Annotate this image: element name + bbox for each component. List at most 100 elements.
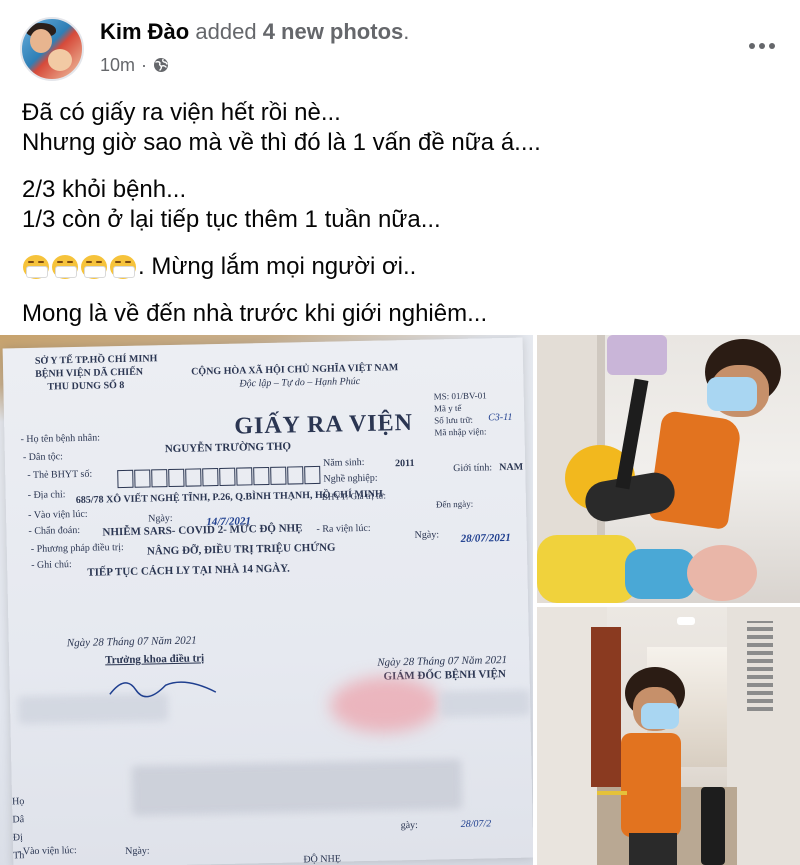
doc-header-right-2: Mã y tế: [433, 402, 462, 414]
doc-header-left-1: SỞ Y TẾ TP.HỒ CHÍ MINH: [34, 353, 158, 367]
yellow-bag-bottom: [537, 535, 637, 603]
globe-icon[interactable]: [153, 57, 169, 73]
doc-header-right-3-value: C3-11: [488, 411, 513, 424]
child-pants: [629, 833, 677, 865]
photo-grid: SỞ Y TẾ TP.HỒ CHÍ MINH BỆNH VIỆN DÃ CHIẾ…: [0, 335, 800, 865]
text-line: Đã có giấy ra viện hết rồi nè...: [22, 99, 341, 126]
post-body: Đã có giấy ra viện hết rồi nè... Nhưng g…: [22, 98, 782, 346]
meta-separator: ·: [141, 55, 148, 75]
doc-label-admit: - Vào viện lúc:: [27, 508, 88, 522]
doc-label-gender: Giới tính:: [453, 462, 493, 475]
suitcase: [701, 787, 725, 865]
redacted-stamp: [329, 675, 441, 734]
face-with-medical-mask-emoji: [109, 254, 137, 280]
face-with-medical-mask-emoji: [51, 254, 79, 280]
doc-value-discharge-day: 28/07/2021: [460, 531, 511, 545]
more-options-button[interactable]: [742, 28, 782, 64]
doc-header-left-3: THU DUNG SỐ 8: [47, 379, 125, 393]
signature-scribble: [109, 681, 217, 698]
action-prefix: added: [195, 19, 257, 44]
doc-value-treatment: NÂNG ĐỠ, ĐIỀU TRỊ TRIỆU CHỨNG: [146, 541, 336, 558]
doc-label-diagnosis: - Chẩn đoán:: [28, 524, 81, 537]
doc-label-job: Nghề nghiệp:: [323, 472, 378, 485]
facebook-post: Kim Đào added 4 new photos. 10m · Đã có …: [0, 0, 800, 865]
discharge-paper-photo[interactable]: SỞ Y TẾ TP.HỒ CHÍ MINH BỆNH VIỆN DÃ CHIẾ…: [0, 335, 533, 865]
doc-bottom-label-admit: - Vào viện lúc:: [17, 845, 77, 858]
text-line: . Mừng lắm mọi người ơi..: [138, 253, 417, 280]
doc-label-address: - Địa chỉ:: [27, 489, 66, 502]
doc-bottom-right-date: 28/07/2: [460, 818, 492, 831]
doc-value-diagnosis: NHIỄM SARS- COVID 2- MỨC ĐỘ NHẸ: [102, 522, 303, 539]
doc-bottom-right-day: gày:: [400, 819, 419, 832]
child-sitting-photo[interactable]: [537, 335, 800, 603]
pink-helmet: [687, 545, 757, 601]
doc-value-birth: 2011: [394, 457, 415, 470]
post-action: added 4 new photos.: [195, 19, 409, 44]
doc-right-date: Ngày 28 Tháng 07 Năm 2021: [377, 654, 508, 669]
child-corridor-photo[interactable]: [537, 607, 800, 865]
doc-label-treatment: - Phương pháp điều trị:: [30, 542, 124, 555]
child-face-mask: [641, 703, 679, 729]
doc-bottom-right-partial: ĐỘ NHẸ: [303, 853, 341, 865]
doc-header-right-1: MS: 01/BV-01: [433, 390, 487, 402]
paragraph-3: . Mừng lắm mọi người ơi..: [22, 252, 782, 282]
paragraph-2: 2/3 khỏi bệnh... 1/3 còn ở lại tiếp tục …: [22, 175, 782, 235]
post-meta: 10m ·: [100, 54, 169, 76]
doc-value-note: TIẾP TỤC CÁCH LY TẠI NHÀ 14 NGÀY.: [87, 562, 290, 579]
doc-label-ethnic: - Dân tộc:: [22, 451, 64, 464]
avatar-face-child: [48, 49, 72, 71]
child-orange-shirt: [647, 409, 743, 531]
more-options-icon: [749, 43, 755, 49]
doc-header-center-2: Độc lập – Tự do – Hạnh Phúc: [239, 376, 361, 390]
corridor-vent: [747, 621, 773, 711]
paragraph-1: Đã có giấy ra viện hết rồi nè... Nhưng g…: [22, 98, 782, 158]
doc-value-address: 685/78 XÔ VIẾT NGHỆ TĨNH, P.26, Q.BÌNH T…: [75, 488, 383, 507]
action-suffix: .: [403, 19, 410, 44]
avatar-face-adult: [30, 29, 52, 53]
doc-bottom-left-2: Dâ: [12, 814, 25, 826]
doc-bottom-left-1: Họ: [11, 796, 25, 808]
post-title-line: Kim Đào added 4 new photos.: [100, 18, 409, 46]
red-door: [591, 627, 621, 787]
doc-label-birth: Năm sinh:: [322, 456, 365, 469]
doc-label-discharge: - Ra viện lúc:: [316, 522, 371, 535]
doc-label-bhyt-to: Đến ngày:: [435, 498, 474, 510]
doc-bottom-left-3: Đị: [12, 832, 23, 844]
discharge-paper: SỞ Y TẾ TP.HỒ CHÍ MINH BỆNH VIỆN DÃ CHIẾ…: [2, 337, 533, 865]
doc-value-gender: NAM: [499, 461, 524, 474]
text-line: 2/3 khỏi bệnh...: [22, 176, 187, 203]
doc-left-date: Ngày 28 Tháng 07 Năm 2021: [66, 634, 197, 650]
child-face-mask: [707, 377, 757, 411]
author-name[interactable]: Kim Đào: [100, 19, 189, 44]
text-line: Nhưng giờ sao mà về thì đó là 1 vấn đề n…: [22, 129, 541, 156]
doc-header-center-1: CỘNG HÒA XÃ HỘI CHỦ NGHĨA VIỆT NAM: [191, 362, 399, 378]
face-with-medical-mask-emoji: [80, 254, 108, 280]
hanging-clothes: [607, 335, 667, 375]
paragraph-4: Mong là về đến nhà trước khi giới nghiêm…: [22, 299, 782, 329]
post-header: Kim Đào added 4 new photos. 10m ·: [0, 0, 800, 90]
action-photos-link[interactable]: 4 new photos: [263, 19, 404, 44]
suitcase-handle: [597, 791, 627, 795]
doc-value-name: NGUYỄN TRƯỜNG THỌ: [164, 440, 292, 456]
more-options-icon-dot: [769, 43, 775, 49]
bhyt-number-boxes: [117, 465, 321, 489]
text-line: Mong là về đến nhà trước khi giới nghiêm…: [22, 300, 488, 327]
doc-bottom-label-day: Ngày:: [125, 845, 150, 858]
doc-label-admit-day: Ngày:: [148, 512, 173, 525]
blue-bag: [625, 549, 695, 599]
ceiling-light: [677, 617, 695, 625]
doc-header-right-3: Số lưu trữ:: [434, 414, 474, 426]
doc-header-left-2: BỆNH VIỆN DÃ CHIẾN: [35, 366, 144, 380]
redacted-bottom-block: [131, 758, 463, 816]
doc-header-right-4: Mã nhập viện:: [434, 426, 487, 438]
face-with-medical-mask-emoji: [22, 254, 50, 280]
doc-label-bhyt: - Thẻ BHYT số:: [27, 468, 93, 482]
author-avatar[interactable]: [20, 17, 84, 81]
doc-label-note: - Ghi chú:: [31, 559, 72, 571]
child-orange-shirt: [621, 733, 681, 837]
text-line: 1/3 còn ở lại tiếp tục thêm 1 tuần nữa..…: [22, 206, 441, 233]
redacted-signature-right: [439, 689, 531, 718]
post-timestamp[interactable]: 10m: [100, 54, 135, 76]
broom-handle: [615, 378, 649, 490]
doc-label-name: - Họ tên bệnh nhân:: [20, 432, 101, 446]
